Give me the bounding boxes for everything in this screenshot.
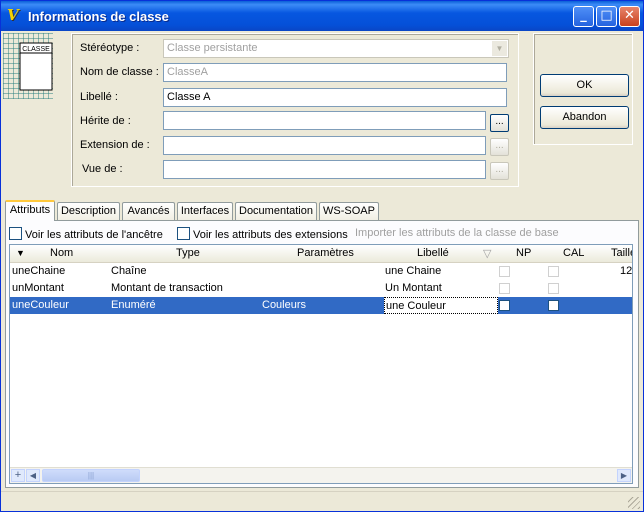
extension-field[interactable]: [163, 136, 486, 155]
extension-label: Extension de :: [80, 139, 150, 151]
import-base-link[interactable]: Importer les attributs de la classe de b…: [355, 227, 559, 241]
view-label: Vue de :: [82, 163, 123, 175]
attribute-name: uneCouleur: [12, 299, 69, 311]
column-header-cal[interactable]: CAL: [563, 247, 584, 259]
tab-interfaces[interactable]: Interfaces: [177, 202, 233, 220]
attribute-type: Montant de transaction: [111, 282, 223, 294]
cal-checkbox[interactable]: [548, 283, 559, 294]
caption-label: Libellé :: [80, 91, 118, 103]
ok-button[interactable]: OK: [540, 74, 629, 97]
show-ancestor-label: Voir les attributs de l'ancêtre: [25, 229, 163, 241]
extension-browse-button[interactable]: ...: [490, 138, 509, 156]
maximize-button[interactable]: □: [596, 6, 617, 27]
class-name-label: Nom de classe :: [80, 66, 159, 78]
tab-avances[interactable]: Avancés: [122, 202, 175, 220]
scroll-right-icon[interactable]: ▶: [617, 469, 631, 482]
tab-description[interactable]: Description: [57, 202, 120, 220]
scroll-thumb[interactable]: |||: [42, 469, 140, 482]
attributes-table[interactable]: ▼ Nom Type Paramètres Libellé ▽ NP CAL T…: [9, 244, 633, 484]
minimize-button[interactable]: _: [573, 6, 594, 27]
resize-grip-icon[interactable]: [628, 497, 640, 509]
column-header-caption[interactable]: Libellé: [417, 247, 449, 259]
stereotype-value: Classe persistante: [167, 42, 258, 54]
show-ancestor-checkbox[interactable]: Voir les attributs de l'ancêtre: [9, 227, 163, 241]
inherits-browse-button[interactable]: ...: [490, 114, 509, 132]
show-extensions-checkbox[interactable]: Voir les attributs des extensions: [177, 227, 348, 241]
cancel-button[interactable]: Abandon: [540, 106, 629, 129]
column-header-params[interactable]: Paramètres: [297, 247, 354, 259]
attribute-name: uneChaine: [12, 265, 66, 277]
app-logo-icon: V: [7, 6, 19, 24]
filter-icon[interactable]: ▽: [483, 247, 491, 260]
np-checkbox[interactable]: [499, 300, 510, 311]
column-header-np[interactable]: NP: [516, 247, 531, 259]
chevron-down-icon[interactable]: ▼: [492, 41, 507, 56]
cal-checkbox[interactable]: [548, 300, 559, 311]
attribute-name: unMontant: [12, 282, 64, 294]
np-checkbox[interactable]: [499, 266, 510, 277]
add-attribute-button[interactable]: +: [11, 469, 25, 482]
attribute-params: Couleurs: [262, 299, 307, 311]
checkbox-icon[interactable]: [9, 227, 22, 240]
caption-field[interactable]: Classe A: [163, 88, 507, 107]
scroll-left-icon[interactable]: ◀: [26, 469, 40, 482]
column-header-type[interactable]: Type: [176, 247, 200, 259]
class-name-field[interactable]: ClasseA: [163, 63, 507, 82]
window-title: Informations de classe: [28, 9, 169, 24]
stereotype-select[interactable]: Classe persistante ▼: [163, 39, 509, 58]
table-row[interactable]: uneChaine Chaîne une Chaine 12: [10, 263, 632, 280]
inherits-field[interactable]: [163, 111, 486, 130]
class-diagram-icon: CLASSE: [3, 33, 53, 99]
tab-documentation[interactable]: Documentation: [235, 202, 317, 220]
attribute-caption: Un Montant: [385, 282, 442, 294]
np-checkbox[interactable]: [499, 283, 510, 294]
view-browse-button[interactable]: ...: [490, 162, 509, 180]
tab-ws-soap[interactable]: WS-SOAP: [319, 202, 379, 220]
column-header-name[interactable]: Nom: [50, 247, 73, 259]
horizontal-scrollbar[interactable]: + ◀ ||| ▶: [10, 467, 632, 483]
attribute-type: Enuméré: [111, 299, 156, 311]
view-field[interactable]: [163, 160, 486, 179]
show-extensions-label: Voir les attributs des extensions: [193, 229, 348, 241]
attribute-type: Chaîne: [111, 265, 147, 277]
sort-indicator-icon[interactable]: ▼: [16, 248, 25, 258]
checkbox-icon[interactable]: [177, 227, 190, 240]
attribute-caption: une Chaine: [385, 265, 442, 277]
attribute-size: 12: [620, 265, 633, 277]
cal-checkbox[interactable]: [548, 266, 559, 277]
tab-attributs[interactable]: Attributs: [5, 200, 55, 221]
inherits-label: Hérite de :: [80, 115, 131, 127]
stereotype-label: Stéréotype :: [80, 42, 140, 54]
class-icon-label: CLASSE: [22, 46, 50, 53]
table-row[interactable]: unMontant Montant de transaction Un Mont…: [10, 280, 632, 297]
status-bar: [1, 491, 643, 511]
column-header-size[interactable]: Taille: [611, 247, 632, 259]
table-header: ▼ Nom Type Paramètres Libellé ▽ NP CAL T…: [10, 245, 632, 263]
title-bar[interactable]: V Informations de classe _ □ ✕: [1, 1, 643, 31]
class-info-window: V Informations de classe _ □ ✕ CLASSE St…: [0, 0, 644, 512]
table-row-selected[interactable]: uneCouleur Enuméré Couleurs une Couleur: [10, 297, 632, 314]
close-button[interactable]: ✕: [619, 6, 640, 27]
caption-edit-input[interactable]: une Couleur: [384, 297, 498, 314]
